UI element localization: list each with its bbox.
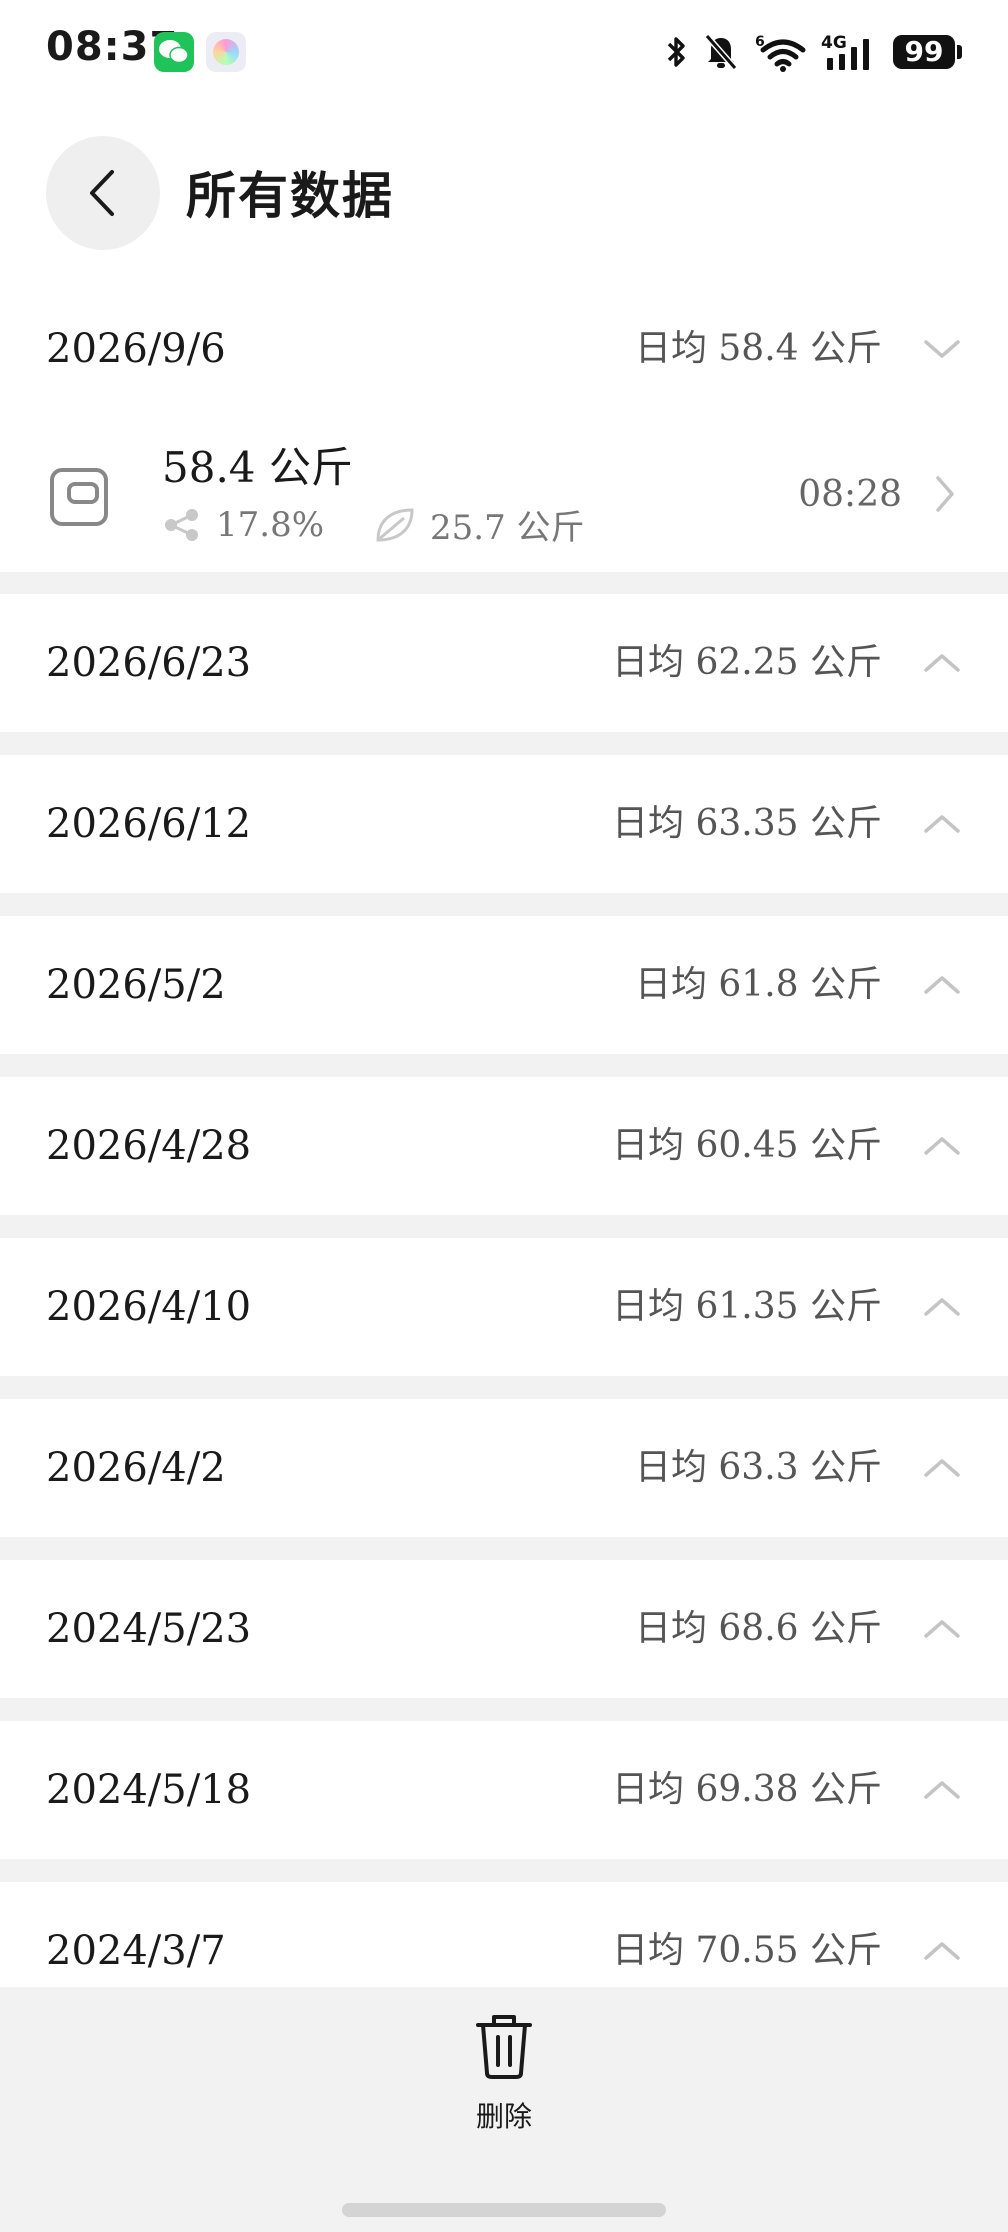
day-date: 2026/6/23 <box>46 640 252 686</box>
muscle-value: 25.7 公斤 <box>430 508 585 548</box>
chevron-down-icon <box>924 340 960 358</box>
day-section: 2026/5/2 日均 61.8 公斤 <box>0 916 1008 1054</box>
assistant-icon <box>206 32 246 72</box>
battery-level: 99 <box>893 35 955 69</box>
day-average: 日均 63.35 公斤 <box>612 803 882 844</box>
chevron-up-icon <box>924 654 960 672</box>
day-section: 2026/4/10 日均 61.35 公斤 <box>0 1238 1008 1376</box>
day-average: 日均 61.8 公斤 <box>634 964 882 1005</box>
delete-button[interactable]: 删除 <box>454 2011 554 2141</box>
delete-label: 删除 <box>475 2100 532 2133</box>
chevron-up-icon <box>924 976 960 994</box>
trash-icon <box>476 2015 532 2079</box>
chevron-up-icon <box>924 1781 960 1799</box>
day-row[interactable]: 2024/5/18 日均 69.38 公斤 <box>0 1721 1008 1859</box>
chevron-right-icon <box>936 476 954 512</box>
record-time: 08:28 <box>798 474 902 515</box>
status-bar: 08:37 6 4G 99 <box>0 0 1008 104</box>
day-date: 2026/4/28 <box>46 1123 252 1169</box>
day-row[interactable]: 2026/6/23 日均 62.25 公斤 <box>0 594 1008 732</box>
day-row[interactable]: 2026/4/2 日均 63.3 公斤 <box>0 1399 1008 1537</box>
chevron-up-icon <box>924 1942 960 1960</box>
day-row[interactable]: 2026/4/10 日均 61.35 公斤 <box>0 1238 1008 1376</box>
scale-icon <box>50 468 108 526</box>
wechat-icon <box>154 32 194 72</box>
day-section: 2024/5/18 日均 69.38 公斤 <box>0 1721 1008 1859</box>
record-weight: 58.4 公斤 <box>162 443 353 492</box>
home-indicator[interactable] <box>342 2203 666 2217</box>
chevron-up-icon <box>924 1459 960 1477</box>
day-row[interactable]: 2026/5/2 日均 61.8 公斤 <box>0 916 1008 1054</box>
record-stats: 17.8% 25.7 公斤 <box>162 500 585 549</box>
day-row[interactable]: 2024/5/23 日均 68.6 公斤 <box>0 1560 1008 1698</box>
body-fat-value: 17.8% <box>216 504 325 545</box>
day-date: 2024/5/18 <box>46 1767 252 1813</box>
day-row[interactable]: 2026/9/6 日均 58.4 公斤 <box>0 280 1008 418</box>
day-date: 2026/4/2 <box>46 1445 226 1491</box>
day-section: 2026/4/2 日均 63.3 公斤 <box>0 1399 1008 1537</box>
day-average: 日均 69.38 公斤 <box>612 1769 882 1810</box>
day-average: 日均 60.45 公斤 <box>612 1125 882 1166</box>
body-fat-icon <box>165 508 198 541</box>
header: 所有数据 <box>0 104 1008 280</box>
weight-record[interactable]: 58.4 公斤 17.8% 25.7 公斤 08:28 <box>0 418 1008 572</box>
day-row[interactable]: 2026/6/12 日均 63.35 公斤 <box>0 755 1008 893</box>
page-title: 所有数据 <box>186 166 394 225</box>
day-section: 2026/6/12 日均 63.35 公斤 <box>0 755 1008 893</box>
chevron-left-icon <box>90 170 114 216</box>
day-average: 日均 63.3 公斤 <box>634 1447 882 1488</box>
cellular-signal-icon: 4G <box>821 33 869 70</box>
network-type: 4G <box>821 33 847 53</box>
back-button[interactable] <box>46 136 160 250</box>
bottom-action-bar: 删除 <box>0 1987 1008 2232</box>
day-date: 2026/5/2 <box>46 962 226 1008</box>
day-average: 日均 61.35 公斤 <box>612 1286 882 1327</box>
day-average: 日均 62.25 公斤 <box>612 642 882 683</box>
day-date: 2026/9/6 <box>46 326 226 372</box>
day-date: 2024/5/23 <box>46 1606 252 1652</box>
battery-icon: 99 <box>893 35 962 69</box>
status-icons: 6 4G 99 <box>665 30 962 74</box>
day-section: 2026/6/23 日均 62.25 公斤 <box>0 594 1008 732</box>
day-section: 2026/4/28 日均 60.45 公斤 <box>0 1077 1008 1215</box>
day-average: 日均 68.6 公斤 <box>634 1608 882 1649</box>
chevron-up-icon <box>924 1137 960 1155</box>
day-date: 2026/4/10 <box>46 1284 252 1330</box>
day-section: 2024/5/23 日均 68.6 公斤 <box>0 1560 1008 1698</box>
day-average: 日均 58.4 公斤 <box>634 328 882 369</box>
muscle-leaf-icon <box>376 507 414 542</box>
day-section: 2026/9/6 日均 58.4 公斤 58.4 公斤 17.8% 25.7 公… <box>0 280 1008 572</box>
day-row[interactable]: 2026/4/28 日均 60.45 公斤 <box>0 1077 1008 1215</box>
day-date: 2026/6/12 <box>46 801 252 847</box>
chevron-up-icon <box>924 815 960 833</box>
chevron-up-icon <box>924 1298 960 1316</box>
chevron-up-icon <box>924 1620 960 1638</box>
bell-mute-icon <box>704 34 738 70</box>
wifi-icon: 6 <box>755 34 806 72</box>
bluetooth-icon <box>667 37 685 67</box>
